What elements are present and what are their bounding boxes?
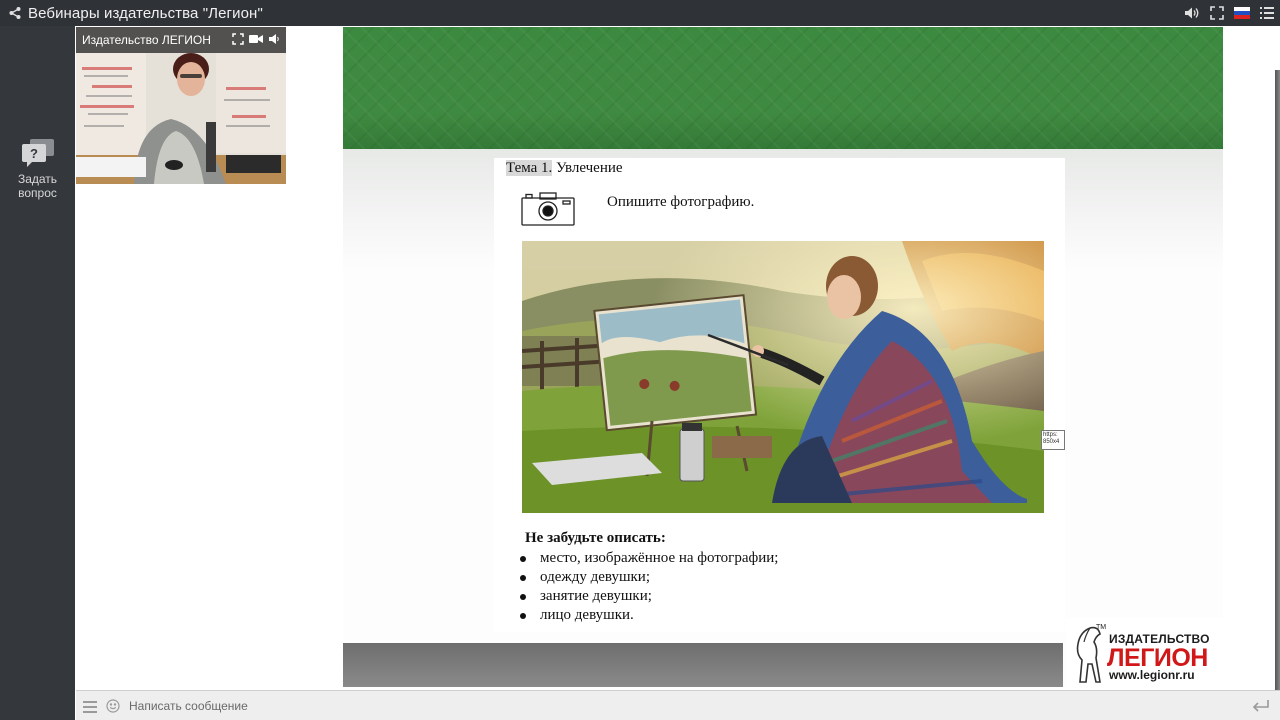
share-icon[interactable] xyxy=(8,6,22,20)
question-bubble-icon: ? xyxy=(21,138,55,168)
logo-website: www.legionr.ru xyxy=(1109,668,1195,682)
volume-icon[interactable] xyxy=(1184,6,1200,20)
ask-question-button[interactable]: ? Задать вопрос xyxy=(10,138,65,200)
topic-title: Увлечение xyxy=(556,160,623,176)
russian-flag-icon[interactable] xyxy=(1234,7,1250,19)
bullet-icon xyxy=(520,612,526,619)
top-bar: Вебинары издательства "Легион" xyxy=(0,0,1280,26)
emoji-icon[interactable] xyxy=(106,698,120,713)
chat-input-bar[interactable]: Написать сообщение xyxy=(76,690,1280,720)
reminder-list: место, изображённое на фотографии; одежд… xyxy=(518,549,778,625)
ask-label-line1: Задать xyxy=(17,172,58,186)
list-item: занятие девушки; xyxy=(518,587,778,606)
bullet-icon xyxy=(520,555,526,562)
left-sidebar: ? Задать вопрос xyxy=(0,26,75,720)
speaker-icon[interactable] xyxy=(268,33,280,48)
camera-icon xyxy=(521,192,575,226)
hamburger-menu-icon[interactable] xyxy=(83,700,97,713)
topic-number: Тема 1. xyxy=(506,160,553,176)
expand-icon[interactable] xyxy=(232,33,244,48)
svg-text:?: ? xyxy=(30,146,38,161)
fullscreen-icon[interactable] xyxy=(1210,6,1224,20)
menu-list-icon[interactable] xyxy=(1260,6,1274,20)
webcam-header: Издательство ЛЕГИОН xyxy=(76,27,286,53)
list-item: место, изображённое на фотографии; xyxy=(518,549,778,568)
topic-heading: Тема 1. Увлечение xyxy=(506,160,623,177)
webcam-video[interactable]: Издательство ЛЕГИОН xyxy=(76,27,286,184)
bullet-icon xyxy=(520,593,526,600)
reminder-title: Не забудьте описать: xyxy=(525,530,666,546)
list-item: лицо девушки. xyxy=(518,606,778,625)
right-edge-strip xyxy=(1275,70,1280,690)
window-title: Вебинары издательства "Легион" xyxy=(28,4,263,22)
send-enter-icon[interactable] xyxy=(1252,699,1270,713)
list-item: одежду девушки; xyxy=(518,568,778,587)
trademark-label: ТМ xyxy=(1096,624,1107,631)
list-item-text: одежду девушки; xyxy=(540,569,650,585)
photo-girl-painting xyxy=(522,241,1044,513)
list-item-text: место, изображённое на фотографии; xyxy=(540,550,779,566)
list-item-text: занятие девушки; xyxy=(540,588,652,604)
slide-footer-band xyxy=(343,643,1063,687)
webcam-label: Издательство ЛЕГИОН xyxy=(82,33,211,47)
message-input[interactable]: Написать сообщение xyxy=(129,699,248,713)
bullet-icon xyxy=(520,574,526,581)
worksheet-page: Тема 1. Увлечение Опишите фотографию. Не… xyxy=(494,158,1065,632)
task-prompt: Опишите фотографию. xyxy=(607,194,755,210)
slide-header-band xyxy=(343,27,1223,149)
image-link-tooltip[interactable]: https: 850x4 xyxy=(1041,430,1065,450)
legion-logo: ТМ ИЗДАТЕЛЬСТВО ЛЕГИОН www.legionr.ru xyxy=(1066,618,1224,688)
ask-label-line2: вопрос xyxy=(18,186,57,200)
list-item-text: лицо девушки. xyxy=(540,607,634,623)
horse-logo-icon xyxy=(1076,626,1101,683)
camera-video-icon[interactable] xyxy=(249,33,263,48)
